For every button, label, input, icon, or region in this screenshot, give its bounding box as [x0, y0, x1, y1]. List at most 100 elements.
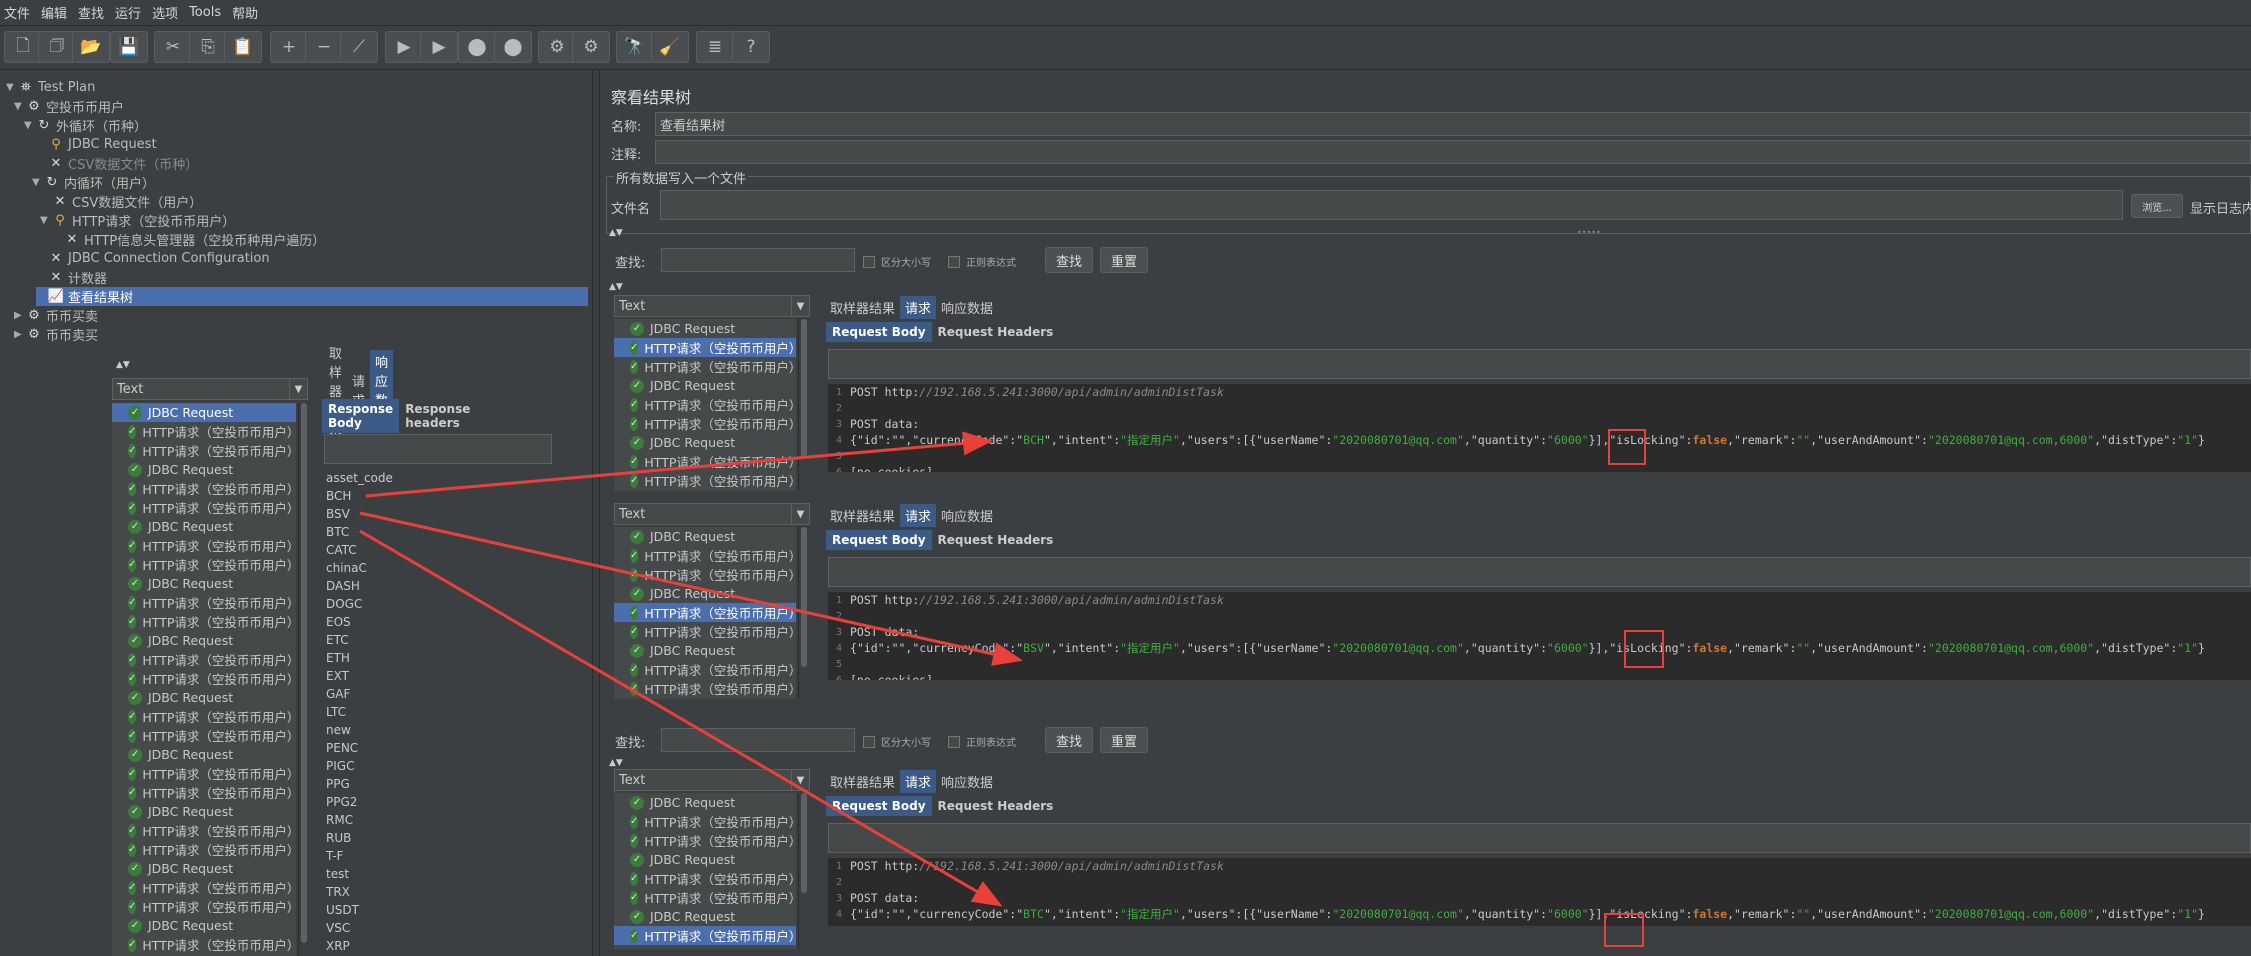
list-item[interactable]: ✓ HTTP请求（空投币币用户）	[614, 622, 796, 641]
expand-arrow-icon[interactable]: ▼	[24, 120, 36, 131]
browse-button[interactable]: 浏览...	[2131, 194, 2183, 218]
list-item[interactable]: ✓JDBC Request	[112, 745, 296, 764]
start-no-pause-button[interactable]: ▶	[420, 31, 458, 63]
list-item[interactable]: ✓JDBC Request	[112, 916, 296, 935]
filename-field[interactable]	[660, 190, 2123, 220]
tree-node[interactable]: 📈 查看结果树	[36, 287, 588, 306]
comment-field[interactable]	[655, 140, 2251, 164]
regex-checkbox[interactable]: 正则表达式	[948, 254, 1016, 269]
list-item[interactable]: ✓JDBC Request	[614, 433, 796, 452]
list-item[interactable]: ✓ HTTP请求（空投币币用户）	[614, 888, 796, 907]
list-item[interactable]: ✓ HTTP请求（空投币币用户）	[614, 831, 796, 850]
subtab-request-headers[interactable]: Request Headers	[932, 796, 1060, 816]
collapse-arrows-icon[interactable]: ▲▼	[609, 282, 623, 292]
list-item[interactable]: ✓JDBC Request	[614, 698, 796, 699]
subtab-request-body[interactable]: Request Body	[826, 796, 932, 816]
tab-sampler-result[interactable]: 取样器结果	[825, 504, 900, 527]
subtab-request-body[interactable]: Request Body	[826, 530, 932, 550]
tab-response-data[interactable]: 响应数据	[936, 770, 998, 793]
grip-icon[interactable]: •••••	[1577, 228, 1601, 237]
list-item[interactable]: ✓JDBC Request	[112, 403, 296, 422]
subtab-headers[interactable]: Response headers	[399, 399, 476, 433]
save-button[interactable]: 💾	[110, 31, 148, 63]
list-item[interactable]: ✓ HTTP请求（空投币币用户）	[614, 603, 796, 622]
chevron-down-icon[interactable]: ▼	[791, 770, 809, 790]
tree-node[interactable]: ▶ ⚙ 币币卖买	[14, 325, 98, 344]
tree-node[interactable]: ▼ ↻ 内循环（用户）	[32, 173, 155, 192]
result-filter[interactable]: Text ▼	[614, 769, 810, 791]
list-item[interactable]: ✓JDBC Request	[614, 527, 796, 546]
list-item[interactable]: ✓JDBC Request	[112, 517, 296, 536]
list-item[interactable]: ✓JDBC Request	[614, 319, 796, 338]
list-item[interactable]: ✓ HTTP请求（空投币币用户）	[614, 338, 796, 357]
tree-node[interactable]: ▼ ⚲ HTTP请求（空投币币用户）	[40, 211, 235, 230]
request-search-field[interactable]	[828, 557, 2251, 587]
scrollbar[interactable]	[798, 793, 808, 949]
menu-item[interactable]: 编辑	[39, 3, 76, 22]
expand-arrow-icon[interactable]: ▼	[6, 82, 18, 93]
list-item[interactable]: ✓JDBC Request	[112, 574, 296, 593]
tree-node[interactable]: ▶ ⚙ 币币买卖	[14, 306, 98, 325]
list-item[interactable]: ✓JDBC Request	[112, 802, 296, 821]
list-item[interactable]: ✓ HTTP请求（空投币币用户）	[614, 812, 796, 831]
collapse-arrows-icon[interactable]: ▲▼	[116, 360, 130, 370]
list-item[interactable]: ✓ HTTP请求（空投币币用户）	[112, 840, 296, 859]
scrollbar[interactable]	[798, 527, 808, 699]
chevron-down-icon[interactable]: ▼	[791, 296, 809, 316]
reset-search-button[interactable]: 🧹	[651, 31, 689, 63]
list-item[interactable]: ✓ HTTP请求（空投币币用户）	[112, 536, 296, 555]
tree-node[interactable]: ✕ CSV数据文件（用户）	[40, 192, 203, 211]
list-item[interactable]: ✓ HTTP请求（空投币币用户）	[112, 897, 296, 916]
response-search-field[interactable]	[324, 434, 552, 464]
subtab-request-headers[interactable]: Request Headers	[932, 322, 1060, 342]
expand-button[interactable]: +	[270, 31, 308, 63]
list-item[interactable]: ✓ HTTP请求（空投币币用户）	[112, 764, 296, 783]
tree-node[interactable]: ⚲ JDBC Request	[36, 135, 156, 154]
search-button[interactable]: 查找	[1045, 727, 1093, 753]
menu-item[interactable]: 帮助	[230, 3, 267, 22]
scrollbar-thumb[interactable]	[301, 403, 307, 943]
list-item[interactable]: ✓JDBC Request	[112, 460, 296, 479]
list-item[interactable]: ✓ HTTP请求（空投币币用户）	[614, 679, 796, 698]
list-item[interactable]: ✓ HTTP请求（空投币币用户）	[112, 878, 296, 897]
list-item[interactable]: ✓ HTTP请求（空投币币用户）	[614, 926, 796, 945]
list-item[interactable]: ✓ HTTP请求（空投币币用户）	[614, 565, 796, 584]
list-item[interactable]: ✓ HTTP请求（空投币币用户）	[112, 821, 296, 840]
list-item[interactable]: ✓ HTTP请求（空投币币用户）	[112, 422, 296, 441]
function-helper-button[interactable]: ≣	[696, 31, 734, 63]
case-sensitive-checkbox[interactable]: 区分大小写	[863, 734, 931, 749]
list-item[interactable]: ✓JDBC Request	[614, 376, 796, 395]
tab-request[interactable]: 请求	[900, 503, 937, 527]
tab-response-data[interactable]: 响应数据	[936, 504, 998, 527]
shutdown-button[interactable]: ⬤	[494, 31, 532, 63]
list-item[interactable]: ✓ HTTP请求（空投币币用户）	[112, 935, 296, 954]
new-button[interactable]: 🗋	[4, 31, 42, 63]
list-item[interactable]: ✓ HTTP请求（空投币币用户）	[112, 441, 296, 460]
result-filter[interactable]: Text ▼	[614, 295, 810, 317]
checkbox-box[interactable]	[948, 255, 960, 268]
menu-item[interactable]: 查找	[76, 3, 113, 22]
chevron-down-icon[interactable]: ▼	[791, 504, 809, 524]
cut-button[interactable]: ✂	[154, 31, 192, 63]
copy-button[interactable]: ⎘	[189, 31, 227, 63]
list-item[interactable]: ✓ HTTP请求（空投币币用户）	[614, 452, 796, 471]
collapse-arrows-icon[interactable]: ▲▼	[609, 228, 623, 238]
checkbox-box[interactable]	[948, 735, 960, 748]
case-sensitive-checkbox[interactable]: 区分大小写	[863, 254, 931, 269]
open-button[interactable]: 📂	[72, 31, 110, 63]
name-field[interactable]: 查看结果树	[655, 112, 2251, 136]
regex-checkbox[interactable]: 正则表达式	[948, 734, 1016, 749]
menu-item[interactable]: 运行	[113, 3, 150, 22]
scrollbar-thumb[interactable]	[801, 793, 807, 893]
list-item[interactable]: ✓ HTTP请求（空投币币用户）	[614, 395, 796, 414]
collapse-arrows-icon[interactable]: ▲▼	[609, 758, 623, 768]
list-item[interactable]: ✓ HTTP请求（空投币币用户）	[614, 660, 796, 679]
toggle-button[interactable]: ⟋	[340, 31, 378, 63]
list-item[interactable]: ✓JDBC Request	[112, 688, 296, 707]
list-item[interactable]: ✓JDBC Request	[614, 850, 796, 869]
subtab-body[interactable]: Response Body	[322, 399, 400, 433]
tab-response-data[interactable]: 响应数据	[936, 296, 998, 319]
search-button[interactable]: 查找	[1045, 247, 1093, 273]
clear-all-button[interactable]: ⚙	[572, 31, 610, 63]
tree-node[interactable]: ✕ HTTP信息头管理器（空投币种用户遍历）	[52, 230, 326, 249]
